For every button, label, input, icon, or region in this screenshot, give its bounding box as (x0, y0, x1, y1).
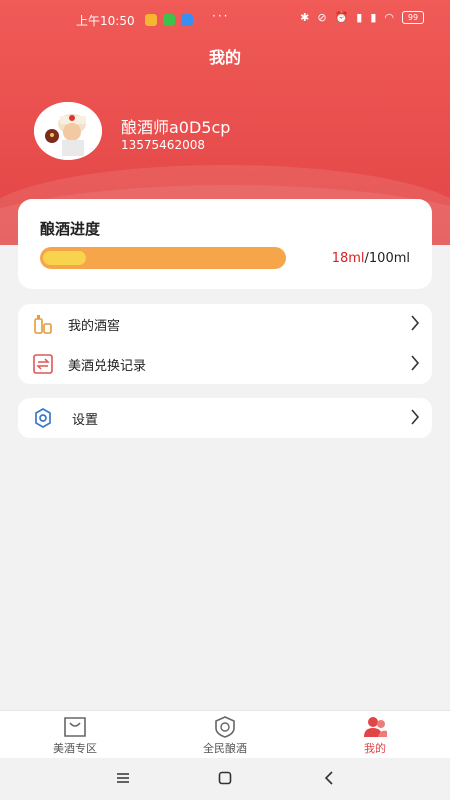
progress-total: 100ml (368, 251, 410, 266)
bottom-tab-bar: 美酒专区 全民酿酒 我的 (0, 710, 450, 759)
brewing-progress-card: 酿酒进度 18ml/100ml (18, 199, 432, 289)
users-icon (364, 717, 387, 737)
tab-label: 我的 (364, 742, 386, 755)
progress-bar-fill (43, 251, 86, 265)
progress-value: 18ml/100ml (332, 251, 410, 266)
message-icon (181, 14, 193, 26)
progress-title: 酿酒进度 (40, 220, 101, 238)
avatar[interactable] (34, 102, 102, 160)
menu-item-exchange-records[interactable]: 美酒兑换记录 (18, 344, 432, 384)
signal-icon: ▮ (370, 11, 377, 24)
alarm-icon: ⏰ (334, 11, 349, 24)
progress-bar (40, 247, 286, 269)
tab-wine-zone[interactable]: 美酒专区 (0, 711, 150, 759)
wifi-icon: ◠ (384, 11, 394, 24)
menu-card: 我的酒窖 美酒兑换记录 (18, 304, 432, 384)
battery-icon: 99 (402, 11, 424, 24)
tab-mine[interactable]: 我的 (300, 711, 450, 759)
home-icon[interactable] (218, 771, 232, 785)
gear-icon (35, 408, 51, 428)
username: 酿酒师a0D5cp (121, 118, 231, 137)
chevron-right-icon (411, 315, 420, 331)
bluetooth-icon: ✱ (300, 11, 310, 24)
phone-number: 13575462008 (121, 138, 205, 152)
system-icons: ✱ ⊘ ⏰ ▮ ▮ ◠ 99 (300, 11, 424, 24)
settings-label: 设置 (72, 413, 99, 428)
menu-item-settings[interactable]: 设置 (18, 398, 432, 438)
menu-item-label: 美酒兑换记录 (68, 359, 147, 374)
system-navigation-bar (0, 758, 450, 800)
notification-icons (145, 14, 193, 26)
chevron-right-icon (411, 409, 420, 425)
wine-cellar-icon (34, 315, 52, 334)
tab-brewing[interactable]: 全民酿酒 (150, 711, 300, 759)
page-title: 我的 (208, 48, 241, 67)
tab-label: 美酒专区 (53, 742, 97, 755)
menu-icon[interactable] (116, 772, 130, 784)
settings-card: 设置 (18, 398, 432, 438)
more-notifications-icon: ··· (212, 9, 230, 23)
avatar-image (34, 102, 102, 160)
exchange-icon (33, 354, 53, 374)
tab-label: 全民酿酒 (203, 742, 247, 755)
chevron-right-icon (411, 355, 420, 371)
back-icon[interactable] (324, 771, 334, 785)
menu-item-label: 我的酒窖 (68, 319, 121, 334)
menu-item-wine-cellar[interactable]: 我的酒窖 (18, 304, 432, 344)
wechat-icon (163, 14, 175, 26)
shield-icon (215, 716, 235, 738)
mute-icon: ⊘ (317, 11, 327, 24)
progress-current: 18ml (331, 251, 365, 266)
notification-icon (145, 14, 157, 26)
bag-icon (64, 717, 86, 737)
signal-icon: ▮ (356, 11, 363, 24)
status-bar: 上午10:50 ··· ✱ ⊘ ⏰ ▮ ▮ ◠ 99 (0, 8, 450, 32)
status-time: 上午10:50 (76, 14, 135, 28)
